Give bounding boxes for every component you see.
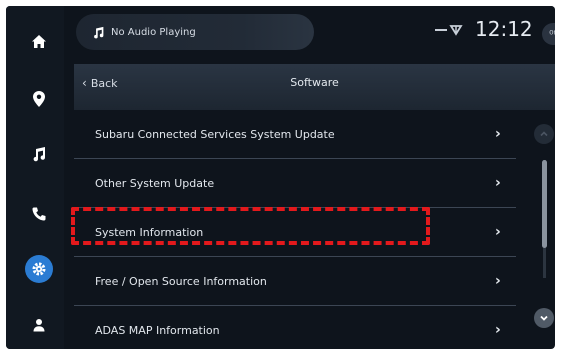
home-button[interactable] xyxy=(25,28,53,56)
home-icon xyxy=(32,35,46,48)
chevron-right-icon: › xyxy=(495,126,501,142)
list-item-label: ADAS MAP Information xyxy=(95,323,220,337)
chevron-right-icon: › xyxy=(495,322,501,338)
page-title: Software xyxy=(290,76,339,89)
settings-button[interactable] xyxy=(25,255,53,283)
clock: 12:12 xyxy=(475,17,533,41)
audio-button[interactable] xyxy=(25,140,53,168)
list-item-other-system-update[interactable]: Other System Update › xyxy=(74,159,516,208)
list-item-subaru-connected-update[interactable]: Subaru Connected Services System Update … xyxy=(74,110,516,159)
settings-icon xyxy=(32,262,46,276)
status-indicator[interactable]: ⁰ᶠ xyxy=(542,23,555,45)
list-item-open-source-information[interactable]: Free / Open Source Information › xyxy=(74,257,516,306)
audio-source-pill[interactable]: No Audio Playing xyxy=(76,14,314,50)
scrollbar-thumb[interactable] xyxy=(542,160,547,248)
nav-rail xyxy=(6,6,64,349)
status-bar: No Audio Playing 12:12 ⁰ᶠ xyxy=(64,6,555,56)
page-header: ‹ Back Software xyxy=(74,64,555,110)
list-item-label: Free / Open Source Information xyxy=(95,274,267,288)
scroll-down-button[interactable] xyxy=(534,308,554,328)
phone-icon xyxy=(32,207,46,221)
chevron-right-icon: › xyxy=(495,273,501,289)
chevron-up-icon xyxy=(540,131,548,137)
chevron-down-icon xyxy=(540,315,548,321)
audio-status-text: No Audio Playing xyxy=(111,26,196,38)
highlight-box xyxy=(71,207,430,245)
music-note-icon xyxy=(94,26,104,38)
map-pin-icon xyxy=(33,91,45,107)
music-note-icon xyxy=(33,147,46,162)
list-item-label: Subaru Connected Services System Update xyxy=(95,127,335,141)
navigation-button[interactable] xyxy=(25,85,53,113)
list-item-adas-map-information[interactable]: ADAS MAP Information › xyxy=(74,306,516,349)
scroll-up-button[interactable] xyxy=(534,124,554,144)
chevron-right-icon: › xyxy=(495,175,501,191)
profile-button[interactable] xyxy=(25,311,53,339)
head-unit-screen: No Audio Playing 12:12 ⁰ᶠ ‹ Back Softwar… xyxy=(6,6,555,349)
phone-button[interactable] xyxy=(25,200,53,228)
list-item-label: Other System Update xyxy=(95,176,215,190)
signal-icon xyxy=(435,25,463,36)
chevron-right-icon: › xyxy=(495,224,501,240)
user-icon xyxy=(33,319,45,332)
